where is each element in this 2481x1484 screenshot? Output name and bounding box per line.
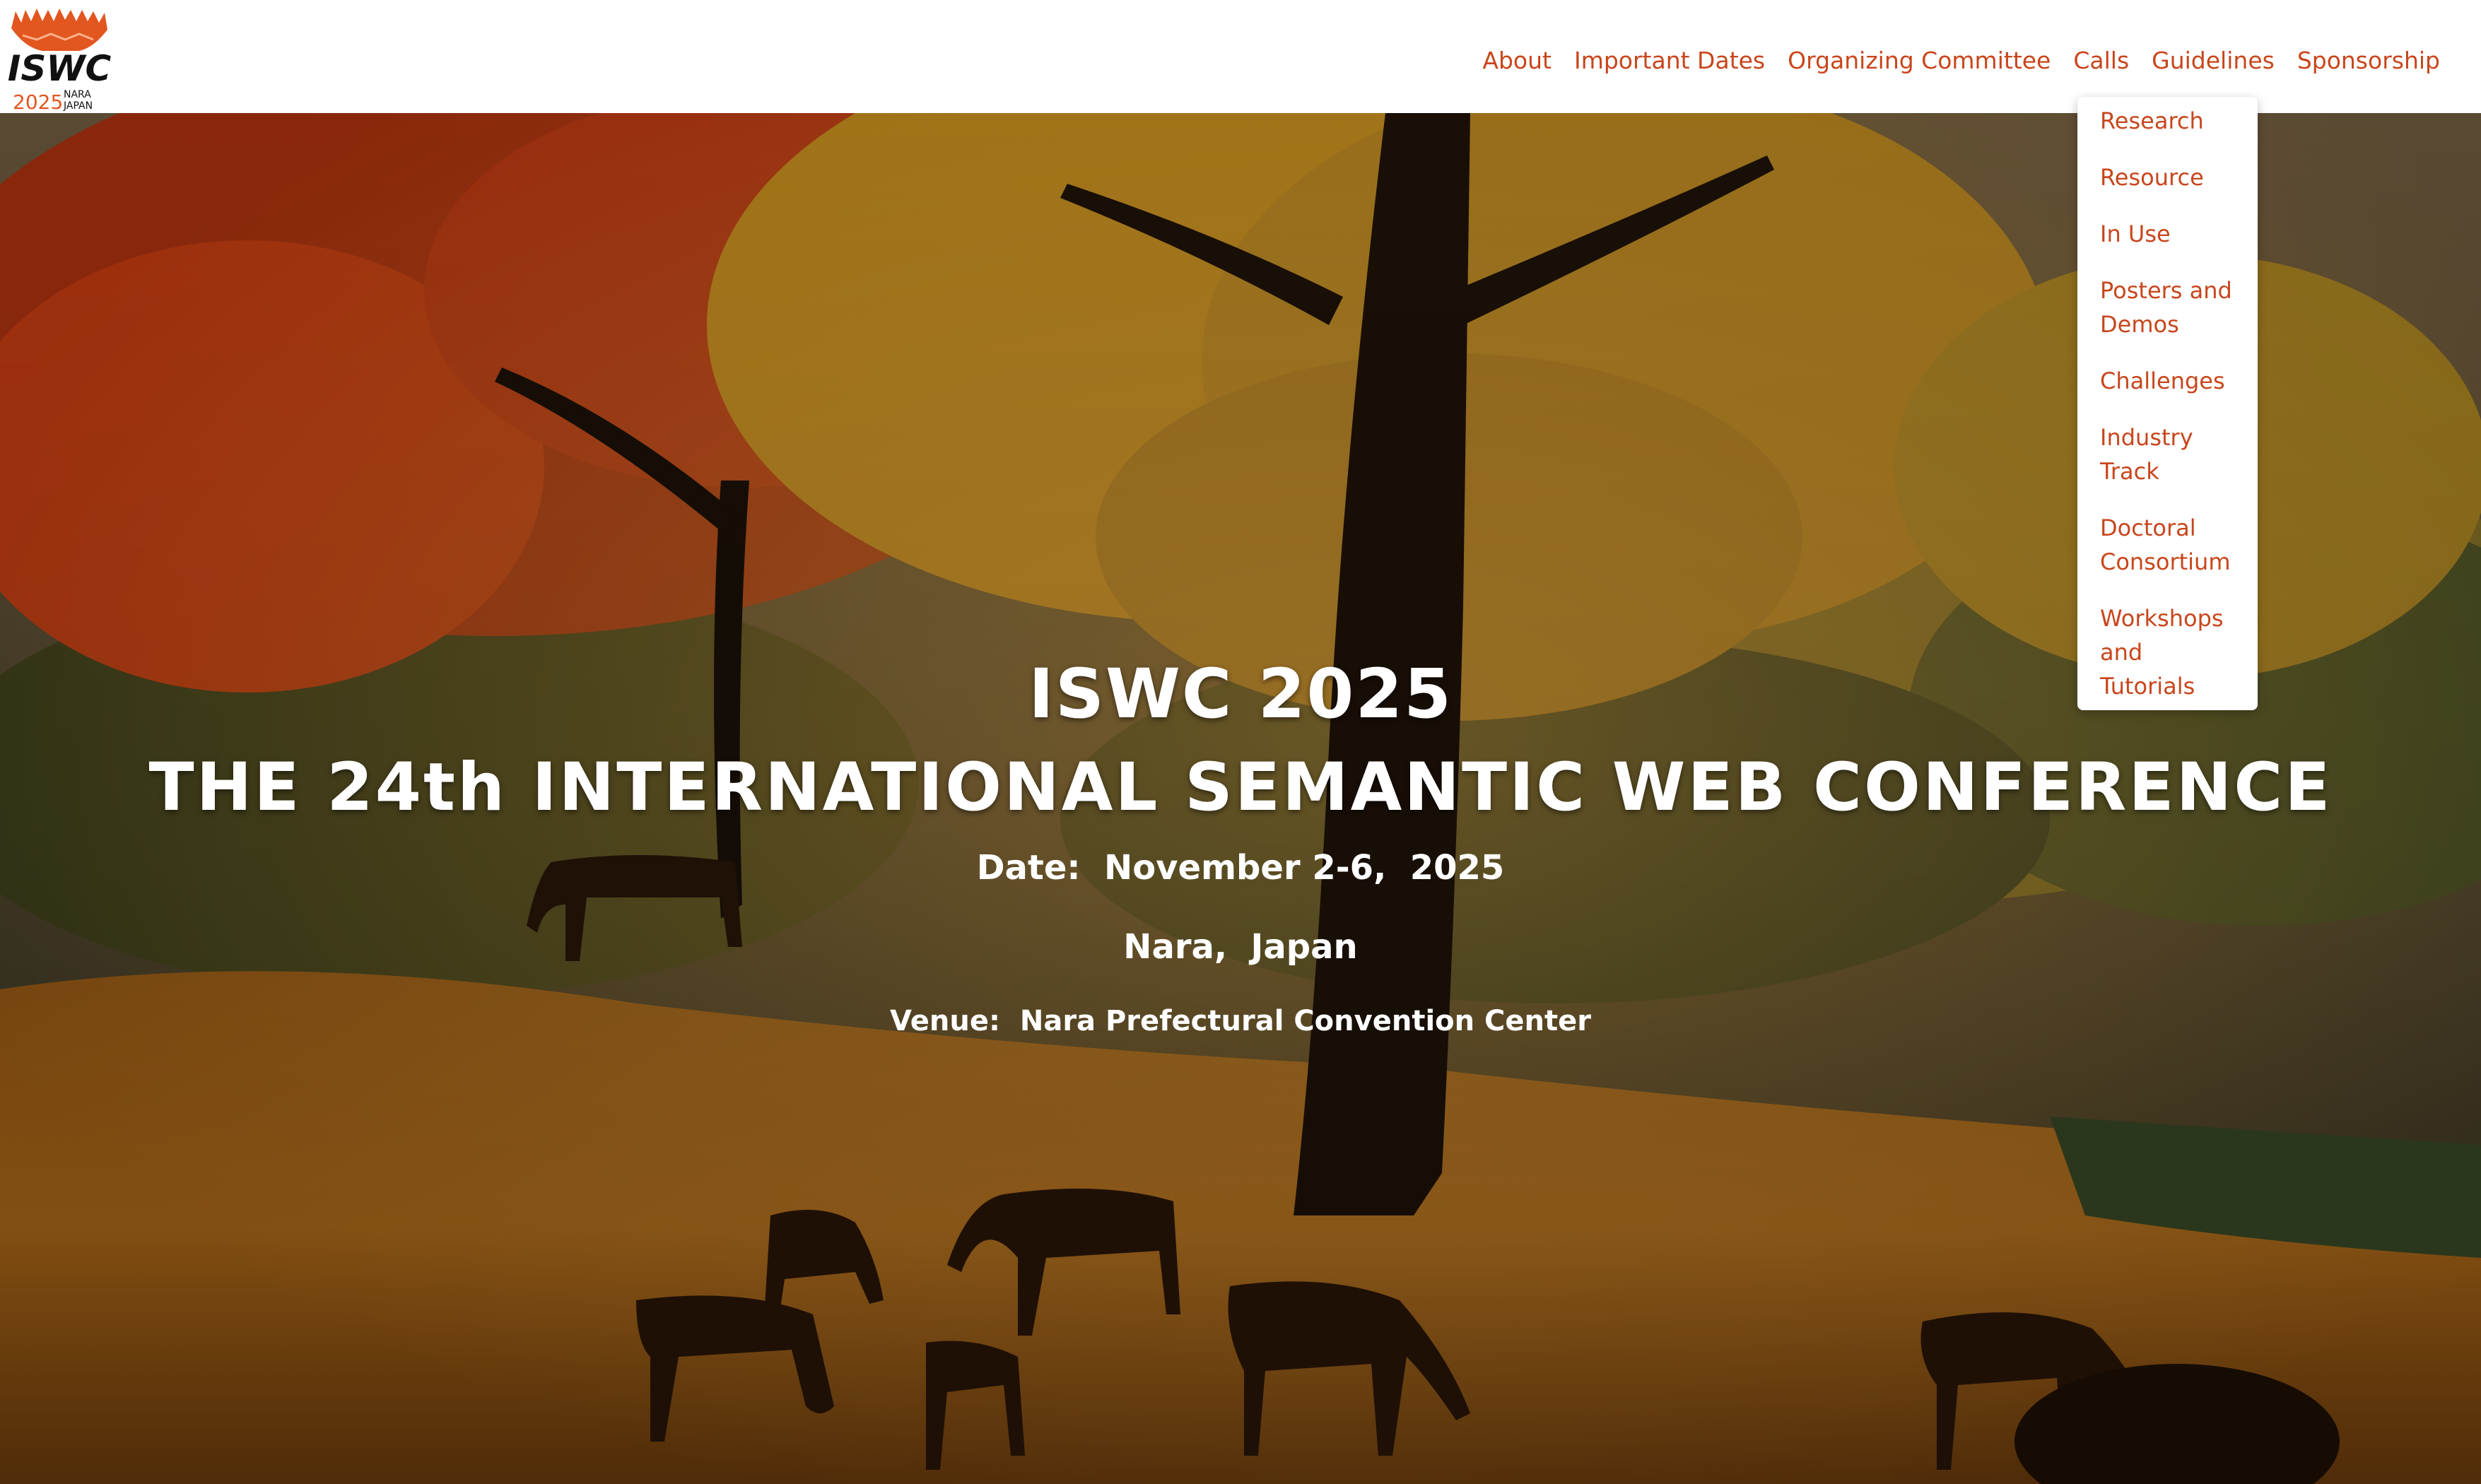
nav-calls[interactable]: Calls [2073,44,2129,78]
logo-wordmark: ISWC [8,48,111,89]
dropdown-item-challenges[interactable]: Challenges [2077,364,2258,398]
dropdown-item-industry-track[interactable]: Industry Track [2077,420,2258,488]
hero-venue: Venue: Nara Prefectural Convention Cente… [890,1005,1591,1037]
dropdown-item-label: Tutorials [2100,673,2195,700]
top-navbar: ISWC 2025 NARA JAPAN About Important Dat… [0,0,2481,113]
dropdown-item-research[interactable]: Research [2077,104,2258,138]
dropdown-item-label: Resource [2100,164,2204,191]
dropdown-item-label: Challenges [2100,367,2225,394]
calls-dropdown: Research Resource In Use Posters and Demo… [2077,97,2258,710]
dropdown-item-label: Research [2100,107,2204,134]
nav-organizing-committee[interactable]: Organizing Committee [1788,44,2051,78]
iswc-logo[interactable]: ISWC 2025 NARA JAPAN [8,7,111,112]
logo-place-1: NARA [64,89,91,100]
dropdown-item-label: Doctoral [2100,514,2196,541]
nav-sponsorship[interactable]: Sponsorship [2297,44,2440,78]
dropdown-item-label: In Use [2100,220,2171,247]
dropdown-item-label: Workshops [2100,605,2224,632]
hero-location: Nara, Japan [1123,927,1358,967]
dropdown-item-workshops-tutorials[interactable]: Workshops and Tutorials [2077,601,2258,703]
dropdown-item-label: and [2100,639,2143,666]
dropdown-item-label: Demos [2100,311,2179,338]
dropdown-item-label: Track [2100,458,2159,485]
logo-place-2: JAPAN [63,100,93,112]
nav-links: About Important Dates Organizing Committ… [1460,44,2440,78]
dropdown-item-doctoral-consortium[interactable]: Doctoral Consortium [2077,511,2258,579]
dropdown-item-posters-demos[interactable]: Posters and Demos [2077,273,2258,341]
dropdown-item-label: Industry [2100,424,2193,451]
nav-guidelines[interactable]: Guidelines [2152,44,2275,78]
dropdown-item-in-use[interactable]: In Use [2077,217,2258,251]
dropdown-item-label: Consortium [2100,548,2231,575]
nav-important-dates[interactable]: Important Dates [1574,44,1765,78]
dropdown-item-resource[interactable]: Resource [2077,160,2258,194]
dropdown-item-label: Posters and [2100,277,2232,304]
nav-about[interactable]: About [1482,44,1552,78]
hero-date: Date: November 2-6, 2025 [976,848,1505,888]
hero-subtitle: THE 24th INTERNATIONAL SEMANTIC WEB CONF… [148,749,2333,826]
logo-year: 2025 [13,90,63,112]
page: ISWC 2025 THE 24th INTERNATIONAL SEMANTI… [0,0,2481,1484]
